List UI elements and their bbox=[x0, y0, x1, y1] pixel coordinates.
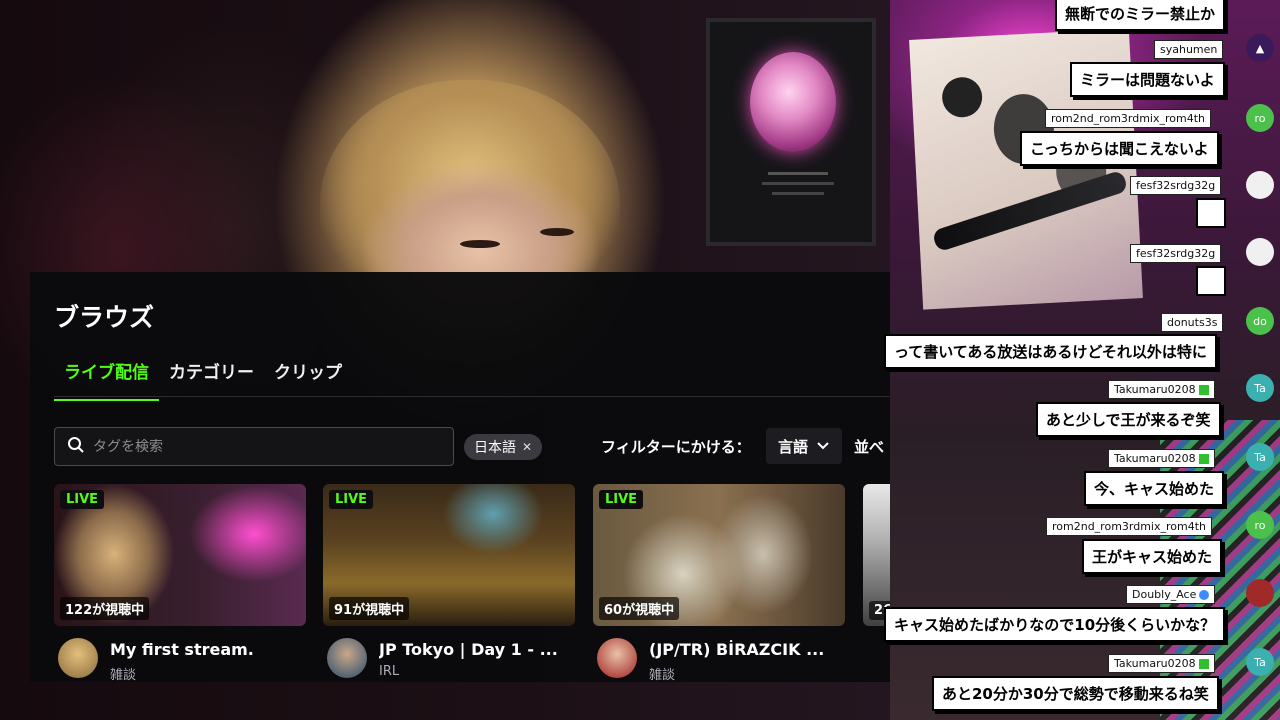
chat-username: Takumaru0208 bbox=[1108, 380, 1215, 399]
tag-search-input[interactable] bbox=[93, 438, 441, 455]
verified-badge-icon bbox=[1199, 590, 1210, 600]
chat-username-text: Doubly_Ace bbox=[1132, 588, 1197, 601]
chat-username: donuts3s bbox=[1161, 313, 1224, 332]
card-meta: (JP/TR) BİRAZCIK ... 雑談 bbox=[593, 626, 845, 682]
stream-title[interactable]: (JP/TR) BİRAZCIK ... bbox=[649, 640, 845, 659]
close-icon[interactable]: ✕ bbox=[522, 440, 532, 454]
dropdown-label: 言語 bbox=[778, 437, 809, 456]
avatar: ro bbox=[1246, 104, 1274, 132]
chat-message: 無断でのミラー禁止か bbox=[1055, 0, 1226, 31]
chat-username-text: Takumaru0208 bbox=[1114, 657, 1196, 670]
chat-username: Doubly_Ace bbox=[1126, 585, 1216, 604]
chat-overlay: 無断でのミラー禁止か syahumen ▲ ミラーは問題ないよ rom2nd_r… bbox=[880, 0, 1280, 720]
chat-message: キャス始めたばかりなので10分後くらいかな？ bbox=[884, 607, 1226, 642]
viewer-count: 60が視聴中 bbox=[599, 597, 680, 620]
live-badge: LIVE bbox=[329, 490, 374, 509]
chat-username: rom2nd_rom3rdmix_rom4th bbox=[1046, 517, 1213, 536]
tab-clips[interactable]: クリップ bbox=[264, 358, 352, 401]
card-meta: My first stream. 雑談 bbox=[54, 626, 306, 682]
chip-label: 日本語 bbox=[474, 440, 516, 456]
chat-username: syahumen bbox=[1154, 40, 1224, 59]
language-dropdown[interactable]: 言語 bbox=[766, 428, 843, 464]
tabs-divider bbox=[54, 396, 890, 397]
streamer-eye bbox=[460, 240, 500, 248]
chat-message: こっちからは聞こえないよ bbox=[1020, 131, 1219, 166]
chat-username-text: Takumaru0208 bbox=[1114, 452, 1196, 465]
chat-username: rom2nd_rom3rdmix_rom4th bbox=[1045, 109, 1212, 128]
verified-badge-icon bbox=[1198, 385, 1209, 395]
emote-sticker: 🐱 bbox=[1196, 266, 1226, 296]
chat-message: って書いてある放送はあるけどそれ以外は特に bbox=[884, 334, 1217, 369]
avatar[interactable] bbox=[597, 638, 637, 678]
stream-title[interactable]: My first stream. bbox=[110, 640, 306, 659]
avatar: Ta bbox=[1246, 443, 1274, 471]
award-plaque bbox=[706, 18, 876, 246]
avatar: Ta bbox=[1246, 648, 1274, 676]
plaque-disc bbox=[750, 52, 836, 152]
tab-live[interactable]: ライブ配信 bbox=[54, 358, 159, 401]
avatar bbox=[1246, 171, 1274, 199]
language-chip[interactable]: 日本語 ✕ bbox=[464, 434, 543, 460]
avatar: ro bbox=[1246, 511, 1274, 539]
stream-card[interactable]: LIVE 122が視聴中 My first stream. 雑談 bbox=[54, 484, 306, 682]
chat-message: 今、キャス始めた bbox=[1084, 471, 1225, 506]
stream-title[interactable]: JP Tokyo | Day 1 - ... bbox=[379, 640, 575, 659]
chat-username-text: Takumaru0208 bbox=[1114, 383, 1196, 396]
chat-username: fesf32srdg32g bbox=[1130, 244, 1222, 263]
tag-search-box[interactable] bbox=[54, 427, 454, 466]
avatar bbox=[1246, 579, 1274, 607]
stream-category[interactable]: IRL bbox=[379, 664, 399, 679]
live-badge: LIVE bbox=[60, 490, 105, 509]
card-meta: JP Tokyo | Day 1 - ... IRL bbox=[323, 626, 575, 682]
chevron-down-icon bbox=[816, 437, 830, 455]
chat-username: Takumaru0208 bbox=[1108, 654, 1215, 673]
verified-badge-icon bbox=[1198, 454, 1209, 464]
avatar: ▲ bbox=[1246, 34, 1274, 62]
plaque-line bbox=[772, 192, 824, 195]
live-badge: LIVE bbox=[599, 490, 644, 509]
stream-thumbnail[interactable]: LIVE 60が視聴中 bbox=[593, 484, 845, 626]
verified-badge-icon bbox=[1198, 659, 1209, 669]
plaque-line bbox=[768, 172, 828, 175]
stream-thumbnail[interactable]: LIVE 122が視聴中 bbox=[54, 484, 306, 626]
browse-tabs: ライブ配信 カテゴリー クリップ bbox=[54, 358, 352, 401]
stream-category[interactable]: 雑談 bbox=[110, 664, 136, 682]
stream-category[interactable]: 雑談 bbox=[649, 664, 675, 682]
filter-label: フィルターにかける： bbox=[601, 438, 751, 456]
browse-panel: ブラウズ ライブ配信 カテゴリー クリップ 日本語 ✕ フィルターにかける： 言… bbox=[30, 272, 890, 682]
avatar: Ta bbox=[1246, 374, 1274, 402]
page-title: ブラウズ bbox=[54, 303, 155, 332]
emote-sticker: 🐱 bbox=[1196, 198, 1226, 228]
viewer-count: 122が視聴中 bbox=[60, 597, 150, 620]
chat-username: Takumaru0208 bbox=[1108, 449, 1215, 468]
avatar[interactable] bbox=[58, 638, 98, 678]
plaque-line bbox=[762, 182, 834, 185]
chat-message: ミラーは問題ないよ bbox=[1070, 62, 1225, 97]
chat-message: あと20分か30分で総勢で移動来るね笑 bbox=[932, 676, 1219, 711]
stream-thumbnail[interactable]: LIVE 91が視聴中 bbox=[323, 484, 575, 626]
chat-message: 王がキャス始めた bbox=[1082, 539, 1223, 574]
avatar bbox=[1246, 238, 1274, 266]
stream-card[interactable]: LIVE 91が視聴中 JP Tokyo | Day 1 - ... IRL bbox=[323, 484, 575, 682]
tab-categories[interactable]: カテゴリー bbox=[159, 358, 264, 401]
streamer-eye bbox=[540, 228, 574, 236]
search-icon bbox=[67, 436, 85, 458]
chat-username: fesf32srdg32g bbox=[1130, 176, 1222, 195]
chat-message: あと少しで王が来るぞ笑 bbox=[1036, 402, 1221, 437]
avatar[interactable] bbox=[327, 638, 367, 678]
viewer-count: 91が視聴中 bbox=[329, 597, 410, 620]
avatar: do bbox=[1246, 307, 1274, 335]
stream-card[interactable]: LIVE 60が視聴中 (JP/TR) BİRAZCIK ... 雑談 bbox=[593, 484, 845, 682]
